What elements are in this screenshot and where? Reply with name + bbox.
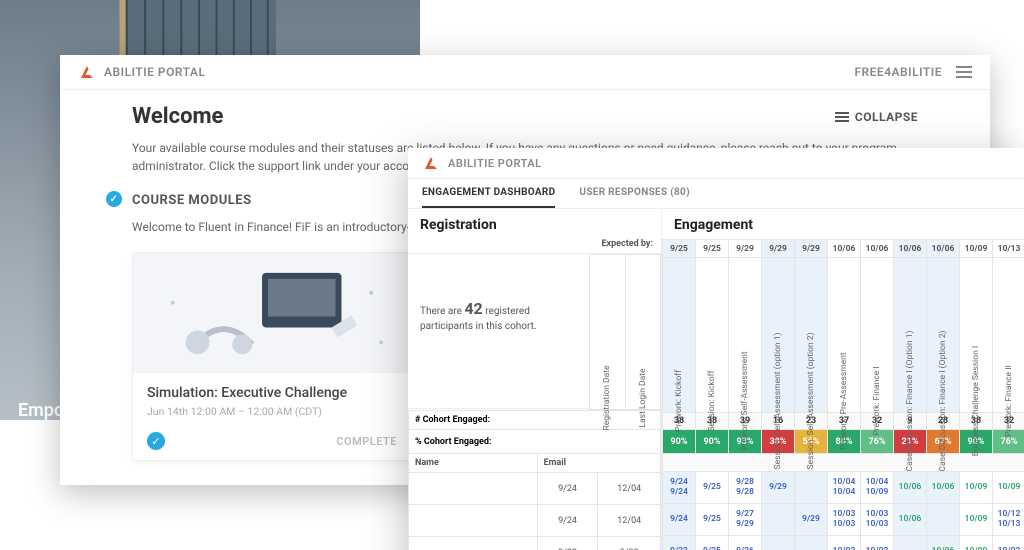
registration-pane: Registration Expected by: There are 42 r…	[408, 209, 662, 550]
percent-cell: 90%	[663, 430, 696, 454]
table-row: 9/249/259/279/299/2910/0310/0310/0310/03…	[663, 504, 1024, 536]
engagement-pane: Engagement 9/259/259/299/299/2910/0610/0…	[662, 209, 1024, 550]
percent-cell: 90%	[696, 430, 729, 454]
dashboard-header: ABILITIE PORTAL	[408, 148, 1024, 179]
column-header: Prework: Kickoff	[674, 370, 684, 432]
collapse-icon	[835, 112, 849, 122]
column-header: Session: Kickoff	[707, 370, 717, 431]
date-header: 10/13	[993, 240, 1024, 258]
column-header: Business Challenge Session I	[971, 346, 981, 456]
column-header: Case Discussion: Finance I (Option 1)	[905, 331, 915, 472]
row-pct-label: % Cohort Engaged:	[409, 430, 661, 454]
col-registration-date: Registration Date	[602, 365, 612, 430]
col-email: Email	[537, 454, 660, 473]
column-header: Session: Self-Assessment (option 2)	[806, 333, 816, 470]
date-header: 10/06	[927, 240, 960, 258]
module-card-title: Simulation: Executive Challenge	[147, 385, 397, 401]
date-header: 9/29	[762, 240, 795, 258]
column-header: Prework: Pre-Assessment	[839, 352, 849, 449]
col-name: Name	[409, 454, 538, 473]
column-header: Session: Self-Assessment (option 1)	[773, 333, 783, 470]
collapse-button[interactable]: COLLAPSE	[835, 110, 918, 124]
page-title: Welcome	[132, 104, 223, 129]
date-header: 10/06	[894, 240, 927, 258]
table-row: 9/229/22	[409, 537, 661, 550]
brand-logo-icon	[422, 154, 440, 172]
expected-by-label: Expected by:	[408, 239, 661, 254]
column-header: Prework: Finance I	[872, 366, 882, 435]
table-row: 9/2412/04	[409, 505, 661, 537]
registration-count-message: There are 42 registered participants in …	[408, 254, 589, 409]
dashboard-window: ABILITIE PORTAL ENGAGEMENT DASHBOARD USE…	[408, 148, 1024, 550]
tab-engagement-dashboard[interactable]: ENGAGEMENT DASHBOARD	[422, 179, 555, 208]
column-header: Case Discussion: Finance I (Option 2)	[938, 331, 948, 472]
tab-user-responses[interactable]: USER RESPONSES (80)	[579, 179, 689, 208]
module-complete-check-icon	[147, 432, 165, 450]
date-header: 10/06	[828, 240, 861, 258]
module-complete-label: COMPLETE	[336, 435, 397, 448]
module-card[interactable]: Simulation: Executive Challenge Jun 14th…	[132, 252, 412, 461]
date-header: 10/09	[960, 240, 993, 258]
date-header: 10/06	[861, 240, 894, 258]
check-badge-icon	[106, 191, 122, 207]
portal-header: ABILITIE PORTAL FREE4ABILITIE	[60, 55, 990, 90]
row-count-label: # Cohort Engaged:	[409, 411, 661, 430]
course-modules-heading-text: COURSE MODULES	[132, 193, 252, 208]
column-header: Prework: Finance II	[1004, 365, 1014, 437]
column-header: Prework: Self-Assessment	[740, 351, 750, 450]
menu-icon[interactable]	[956, 66, 972, 78]
date-header: 9/25	[663, 240, 696, 258]
date-header: 9/29	[795, 240, 828, 258]
brand-name: ABILITIE PORTAL	[104, 65, 205, 79]
date-header: 9/25	[696, 240, 729, 258]
table-row: 9/229/259/2610/0210/0210/0610/0910/02	[663, 536, 1024, 550]
module-card-date: Jun 14th 12:00 AM – 12:00 AM (CDT)	[147, 405, 397, 418]
dashboard-tabs: ENGAGEMENT DASHBOARD USER RESPONSES (80)	[408, 179, 1024, 209]
table-row: 9/2412/04	[409, 473, 661, 505]
brand-logo-icon	[78, 63, 96, 81]
table-row: 9/249/249/259/289/289/2910/0410/0410/041…	[663, 472, 1024, 504]
module-card-image	[133, 253, 411, 373]
col-last-login: Last Login Date	[638, 368, 648, 427]
engagement-title: Engagement	[662, 209, 1024, 239]
registration-title: Registration	[408, 209, 661, 239]
dashboard-brand: ABILITIE PORTAL	[448, 157, 542, 170]
engagement-grid: 9/259/259/299/299/2910/0610/0610/0610/06…	[662, 239, 1024, 550]
header-username[interactable]: FREE4ABILITIE	[854, 65, 942, 79]
date-header: 9/29	[729, 240, 762, 258]
collapse-label: COLLAPSE	[855, 110, 918, 124]
